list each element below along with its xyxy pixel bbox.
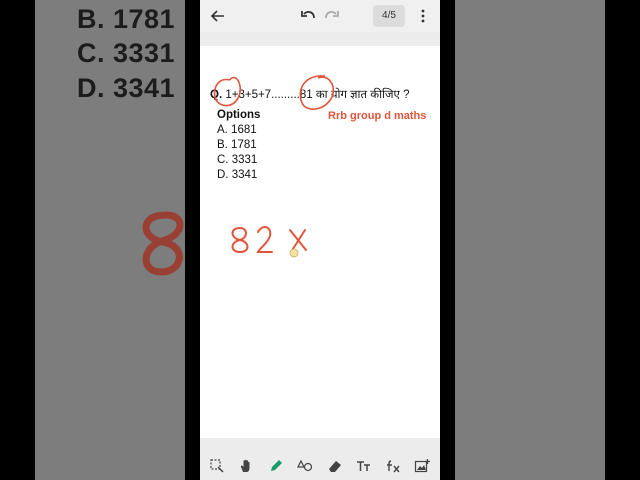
more-options-icon[interactable] bbox=[414, 7, 432, 25]
lasso-select-icon[interactable] bbox=[209, 458, 225, 474]
drawing-canvas[interactable]: Q. 1+3+5+7.........81 का योग ज्ञात कीजिए… bbox=[200, 46, 440, 438]
top-toolbar: 4/5 bbox=[200, 0, 440, 32]
eraser-icon[interactable] bbox=[327, 458, 343, 474]
hand-pan-icon[interactable] bbox=[238, 458, 254, 474]
back-arrow-icon[interactable] bbox=[209, 7, 227, 25]
shapes-icon[interactable] bbox=[297, 458, 313, 474]
handwritten-answer bbox=[231, 226, 307, 254]
bg-option-c: C. 3331 bbox=[77, 38, 176, 68]
bg-handwriting bbox=[142, 211, 184, 276]
ink-annotations bbox=[213, 75, 335, 258]
ink-circle-first-term bbox=[213, 76, 242, 107]
background-blur-left: B. 1781 C. 3331 D. 3341 bbox=[35, 0, 185, 480]
pen-icon[interactable] bbox=[268, 458, 284, 474]
background-blur-right bbox=[455, 0, 605, 480]
insert-image-icon[interactable] bbox=[414, 458, 430, 474]
redo-icon[interactable] bbox=[323, 7, 341, 25]
ink-circle-last-term bbox=[299, 75, 335, 110]
undo-icon[interactable] bbox=[299, 7, 317, 25]
bg-option-d: D. 3341 bbox=[77, 73, 176, 103]
formula-fx-icon[interactable] bbox=[385, 458, 401, 474]
bottom-toolbar bbox=[200, 452, 440, 480]
phone-screen: 4/5 Q. 1+3+5+7.........81 का योग ज्ञात क… bbox=[200, 0, 440, 480]
bg-option-b: B. 1781 bbox=[77, 4, 176, 34]
pen-cursor bbox=[289, 248, 299, 258]
text-icon[interactable] bbox=[356, 458, 372, 474]
page-indicator[interactable]: 4/5 bbox=[373, 5, 405, 27]
